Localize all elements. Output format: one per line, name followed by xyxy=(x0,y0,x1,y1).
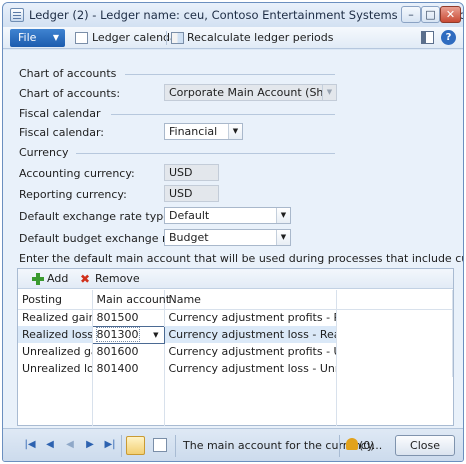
chart-of-accounts-value: Corporate Main Account (Shared) xyxy=(169,86,337,99)
table-row[interactable]: Unrealized gain 801600 Currency adjustme… xyxy=(18,343,453,360)
last-record-icon[interactable]: ▶| xyxy=(103,438,117,452)
reporting-currency-value: USD xyxy=(169,187,193,200)
close-button[interactable]: Close xyxy=(395,435,455,456)
title-bar: Ledger (2) - Ledger name: ceu, Contoso E… xyxy=(3,3,463,27)
grid-table: Posting Main account Name Realized gain … xyxy=(18,290,453,377)
posting-cell[interactable]: Unrealized loss xyxy=(18,360,93,377)
delete-x-icon: ✖ xyxy=(80,272,91,286)
posting-cell[interactable]: Realized gain xyxy=(18,309,93,326)
bell-icon[interactable] xyxy=(346,438,358,450)
name-cell[interactable]: Currency adjustment profits - Unrealized xyxy=(164,343,337,360)
chevron-down-icon[interactable]: ▼ xyxy=(228,124,242,139)
filler-cell xyxy=(336,360,453,377)
column-header-posting[interactable]: Posting xyxy=(18,290,93,310)
chevron-down-icon: ▼ xyxy=(322,85,336,100)
posting-cell[interactable]: Realized loss xyxy=(18,326,93,343)
table-row-selected[interactable]: Realized loss 801300 ▼ Currency adjustme… xyxy=(18,325,453,344)
chevron-down-icon: ▼ xyxy=(52,33,59,42)
exchange-rate-type-field[interactable]: Default ▼ xyxy=(164,207,291,224)
main-account-editor[interactable]: 801300 ▼ xyxy=(91,325,165,344)
plus-icon xyxy=(32,273,44,285)
add-button[interactable]: Add xyxy=(32,271,68,287)
filler-cell xyxy=(336,309,453,326)
accounting-currency-field[interactable]: USD xyxy=(164,164,219,181)
fiscal-calendar-field[interactable]: Financial ▼ xyxy=(164,123,243,140)
fiscal-calendar-header: Fiscal calendar xyxy=(19,107,101,120)
calendar-icon xyxy=(75,32,88,44)
main-account-cell[interactable]: 801400 xyxy=(92,360,165,377)
recalculate-periods-button[interactable]: Recalculate ledger periods xyxy=(171,30,334,46)
posting-cell[interactable]: Unrealized gain xyxy=(18,343,93,360)
next-record-icon[interactable]: ▶ xyxy=(83,438,97,452)
instruction-text: Enter the default main account that will… xyxy=(19,252,463,265)
action-pane: File ▼ Ledger calendar Recalculate ledge… xyxy=(3,27,463,49)
chevron-down-icon[interactable]: ▼ xyxy=(276,230,290,245)
accounting-currency-value: USD xyxy=(169,166,193,179)
reporting-currency-label: Reporting currency: xyxy=(19,188,127,201)
column-header-filler xyxy=(336,290,453,310)
group-divider xyxy=(125,74,335,75)
status-divider xyxy=(121,435,122,457)
file-label: File xyxy=(18,31,37,44)
toolbar-divider xyxy=(166,31,167,45)
filler-cell xyxy=(336,343,453,360)
fiscal-calendar-value: Financial xyxy=(169,125,218,138)
budget-exchange-rate-type-field[interactable]: Budget ▼ xyxy=(164,229,291,246)
minimize-button[interactable]: – xyxy=(401,6,421,23)
form-icon xyxy=(10,8,24,22)
up-record-icon[interactable]: ◀ xyxy=(63,438,77,452)
budget-exchange-rate-type-value: Budget xyxy=(169,231,209,244)
grid-header-row: Posting Main account Name xyxy=(18,290,453,310)
window-title: Ledger (2) - Ledger name: ceu, Contoso E… xyxy=(29,8,463,22)
status-divider xyxy=(339,435,340,457)
table-row[interactable]: Unrealized loss 801400 Currency adjustme… xyxy=(18,360,453,377)
chevron-down-icon[interactable]: ▼ xyxy=(276,208,290,223)
status-bar: |◀ ◀ ◀ ▶ ▶| The main account for the cur… xyxy=(3,428,463,461)
group-divider xyxy=(111,114,335,115)
table-row[interactable]: Realized gain 801500 Currency adjustment… xyxy=(18,309,453,326)
name-cell[interactable]: Currency adjustment loss - Unrealized xyxy=(164,360,337,377)
remove-button[interactable]: ✖ Remove xyxy=(80,271,140,287)
fact-box-toggle-icon[interactable] xyxy=(421,31,434,44)
exchange-rate-type-label: Default exchange rate type: xyxy=(19,210,174,223)
main-account-value[interactable]: 801300 xyxy=(95,327,140,342)
currency-header: Currency xyxy=(19,146,69,159)
exchange-rate-type-value: Default xyxy=(169,209,210,222)
status-divider xyxy=(175,435,176,457)
ledger-window: Ledger (2) - Ledger name: ceu, Contoso E… xyxy=(2,2,464,462)
accounting-currency-label: Accounting currency: xyxy=(19,167,135,180)
chart-of-accounts-header: Chart of accounts xyxy=(19,67,117,80)
name-cell[interactable]: Currency adjustment profits - Realized xyxy=(164,309,337,326)
recalculate-label: Recalculate ledger periods xyxy=(187,31,334,44)
main-account-cell[interactable]: 801600 xyxy=(92,343,165,360)
close-window-button[interactable]: ✕ xyxy=(440,6,461,23)
column-header-name[interactable]: Name xyxy=(164,290,337,310)
grid-toolbar: Add ✖ Remove xyxy=(18,269,453,289)
name-cell[interactable]: Currency adjustment loss - Realized xyxy=(164,326,337,343)
column-header-main-account[interactable]: Main account xyxy=(92,290,170,310)
fiscal-calendar-label: Fiscal calendar: xyxy=(19,126,104,139)
file-menu-button[interactable]: File ▼ xyxy=(10,29,65,47)
chart-of-accounts-label: Chart of accounts: xyxy=(19,87,121,100)
reporting-currency-field[interactable]: USD xyxy=(164,185,219,202)
alert-count[interactable]: (0) xyxy=(359,439,375,452)
help-icon[interactable]: ? xyxy=(441,30,456,45)
group-divider xyxy=(76,153,335,154)
chart-of-accounts-field[interactable]: Corporate Main Account (Shared) ▼ xyxy=(164,84,337,101)
chevron-down-icon[interactable]: ▼ xyxy=(153,327,158,342)
first-record-icon[interactable]: |◀ xyxy=(23,438,37,452)
previous-record-icon[interactable]: ◀ xyxy=(43,438,57,452)
edit-mode-icon[interactable] xyxy=(126,436,145,455)
main-account-cell[interactable]: 801500 xyxy=(92,309,165,326)
maximize-button[interactable]: □ xyxy=(421,6,440,23)
document-icon[interactable] xyxy=(153,438,167,452)
recalculate-icon xyxy=(171,32,184,44)
filler-cell xyxy=(336,326,453,343)
revaluation-accounts-grid: Add ✖ Remove Posting Main account Name R… xyxy=(17,268,454,426)
form-content: Chart of accounts Chart of accounts: Cor… xyxy=(3,50,463,428)
